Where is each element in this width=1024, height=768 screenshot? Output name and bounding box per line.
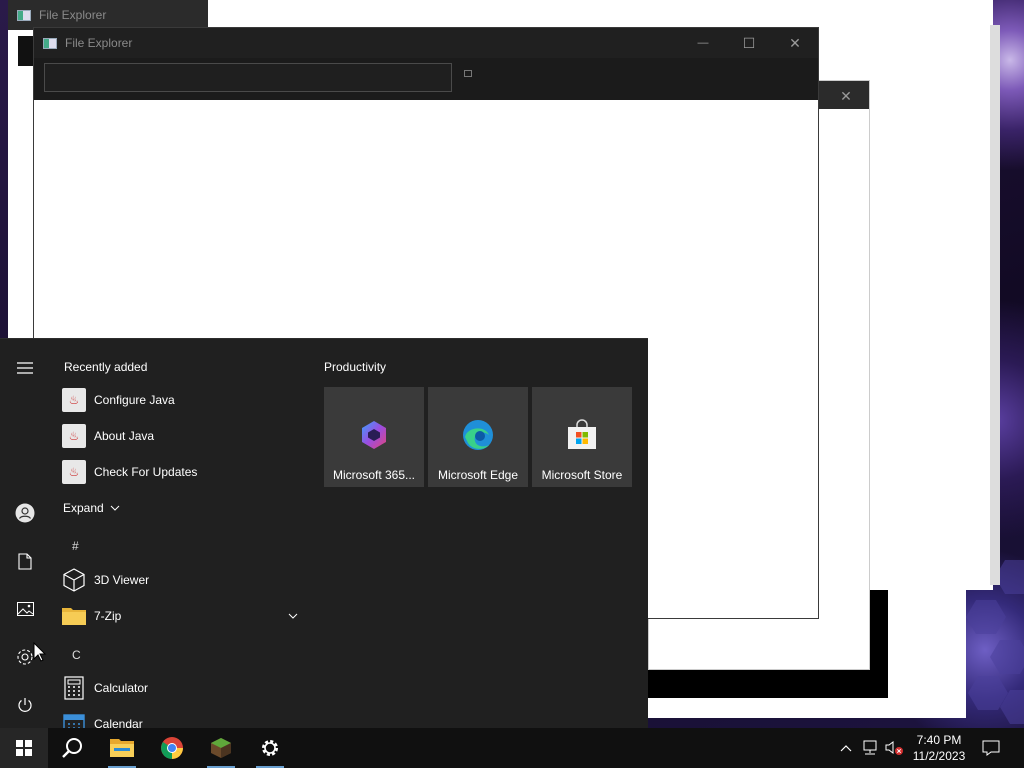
minimize-button[interactable]: —: [680, 28, 726, 58]
3d-viewer-icon: [62, 568, 86, 592]
show-hidden-icons-button[interactable]: [836, 738, 856, 758]
close-icon: ✕: [840, 87, 852, 104]
java-icon: ♨: [62, 460, 86, 484]
taskbar-chrome[interactable]: [148, 728, 196, 768]
close-button[interactable]: ✕: [772, 28, 818, 58]
taskbar-minecraft[interactable]: [197, 728, 245, 768]
pictures-button[interactable]: [10, 594, 40, 624]
system-clock[interactable]: 7:40 PM 11/2/2023: [906, 732, 972, 764]
app-list: Recently added ♨ Configure Java ♨ About …: [50, 339, 312, 729]
hamburger-icon: [17, 362, 33, 374]
address-bar-input[interactable]: [44, 63, 452, 92]
tile-microsoft-365[interactable]: Microsoft 365...: [324, 387, 424, 487]
app-label: Configure Java: [94, 393, 175, 407]
microsoft-365-icon: [362, 421, 386, 449]
file-explorer-icon: [110, 739, 134, 757]
notification-icon: [982, 740, 1000, 756]
recently-added-heading: Recently added: [64, 360, 148, 374]
letter-header-c[interactable]: C: [72, 648, 81, 662]
clock-time: 7:40 PM: [916, 733, 962, 747]
expand-button[interactable]: Expand: [63, 491, 133, 525]
tile-microsoft-store[interactable]: Microsoft Store: [532, 387, 632, 487]
minimize-icon: —: [697, 37, 709, 49]
expand-label: Expand: [63, 501, 104, 515]
maximize-button[interactable]: ☐: [726, 28, 772, 58]
documents-button[interactable]: [10, 546, 40, 576]
close-icon: ✕: [789, 34, 801, 51]
settings-icon: [262, 740, 278, 756]
network-icon: [863, 740, 877, 755]
close-button[interactable]: ✕: [823, 81, 869, 111]
app-label: About Java: [94, 429, 155, 443]
start-rail: [0, 339, 50, 729]
taskbar: 7:40 PM 11/2/2023: [0, 728, 1024, 768]
mouse-cursor-icon: [33, 642, 47, 662]
app-label: Check For Updates: [94, 465, 198, 479]
tile-label: Microsoft Store: [541, 468, 623, 482]
maximize-icon: ☐: [742, 34, 756, 51]
tile-group-label[interactable]: Productivity: [324, 360, 386, 374]
list-item-calendar[interactable]: Calendar: [62, 707, 300, 729]
app-label: Calculator: [94, 681, 149, 695]
file-explorer-icon: [43, 37, 57, 49]
tile-label: Microsoft Edge: [437, 468, 519, 482]
window-title: File Explorer: [65, 36, 133, 50]
clock-date: 11/2/2023: [912, 749, 966, 763]
list-item-about-java[interactable]: ♨ About Java: [62, 419, 300, 453]
volume-muted-icon: [885, 741, 903, 755]
file-explorer-icon: [17, 9, 31, 21]
windows-logo-icon: [16, 740, 32, 756]
tile-label: Microsoft 365...: [332, 468, 416, 482]
chevron-down-icon: [110, 505, 120, 511]
edge-icon: [463, 420, 493, 450]
tiles-area: Productivity Microsoft 365... Microsoft …: [312, 339, 648, 729]
app-label: 3D Viewer: [94, 573, 150, 587]
chevron-up-icon: [840, 745, 852, 752]
store-icon: [568, 419, 596, 449]
list-item-configure-java[interactable]: ♨ Configure Java: [62, 383, 300, 417]
java-icon: ♨: [62, 388, 86, 412]
power-icon: [18, 698, 32, 712]
network-button[interactable]: [860, 738, 880, 758]
user-icon: [15, 503, 35, 523]
window-edge: [990, 25, 1000, 585]
list-item-7-zip[interactable]: 7-Zip: [62, 599, 300, 633]
list-item-check-for-updates[interactable]: ♨ Check For Updates: [62, 455, 300, 489]
calendar-icon: [62, 712, 86, 729]
start-menu: Recently added ♨ Configure Java ♨ About …: [0, 338, 648, 729]
calculator-icon: [62, 676, 86, 700]
search-icon: [62, 738, 82, 758]
list-item-3d-viewer[interactable]: 3D Viewer: [62, 563, 300, 597]
action-center-button[interactable]: [981, 738, 1001, 758]
start-button[interactable]: [0, 728, 48, 768]
tile-microsoft-edge[interactable]: Microsoft Edge: [428, 387, 528, 487]
volume-button[interactable]: [884, 738, 904, 758]
hamburger-menu-button[interactable]: [10, 353, 40, 383]
taskbar-settings[interactable]: [246, 728, 294, 768]
document-icon: [18, 552, 32, 570]
gear-icon: [17, 649, 33, 665]
letter-header-hash[interactable]: #: [72, 539, 79, 553]
java-icon: ♨: [62, 424, 86, 448]
title-bar[interactable]: File Explorer — ☐ ✕: [34, 28, 818, 58]
window-title: File Explorer: [39, 8, 107, 22]
list-item-calculator[interactable]: Calculator: [62, 671, 300, 705]
user-account-button[interactable]: [10, 498, 40, 528]
pictures-icon: [16, 602, 34, 616]
toolbar: [34, 58, 818, 100]
toolbar-button[interactable]: [464, 70, 472, 77]
wallpaper-hex: [966, 600, 1006, 634]
search-button[interactable]: [48, 728, 96, 768]
power-button[interactable]: [10, 690, 40, 720]
title-bar[interactable]: File Explorer: [8, 0, 208, 30]
folder-icon: [62, 604, 86, 628]
app-label: 7-Zip: [94, 609, 122, 623]
minecraft-icon: [211, 738, 231, 758]
taskbar-file-explorer[interactable]: [98, 728, 146, 768]
wallpaper-hex: [990, 640, 1024, 674]
chevron-down-icon[interactable]: [288, 613, 298, 619]
chrome-icon: [161, 737, 183, 759]
